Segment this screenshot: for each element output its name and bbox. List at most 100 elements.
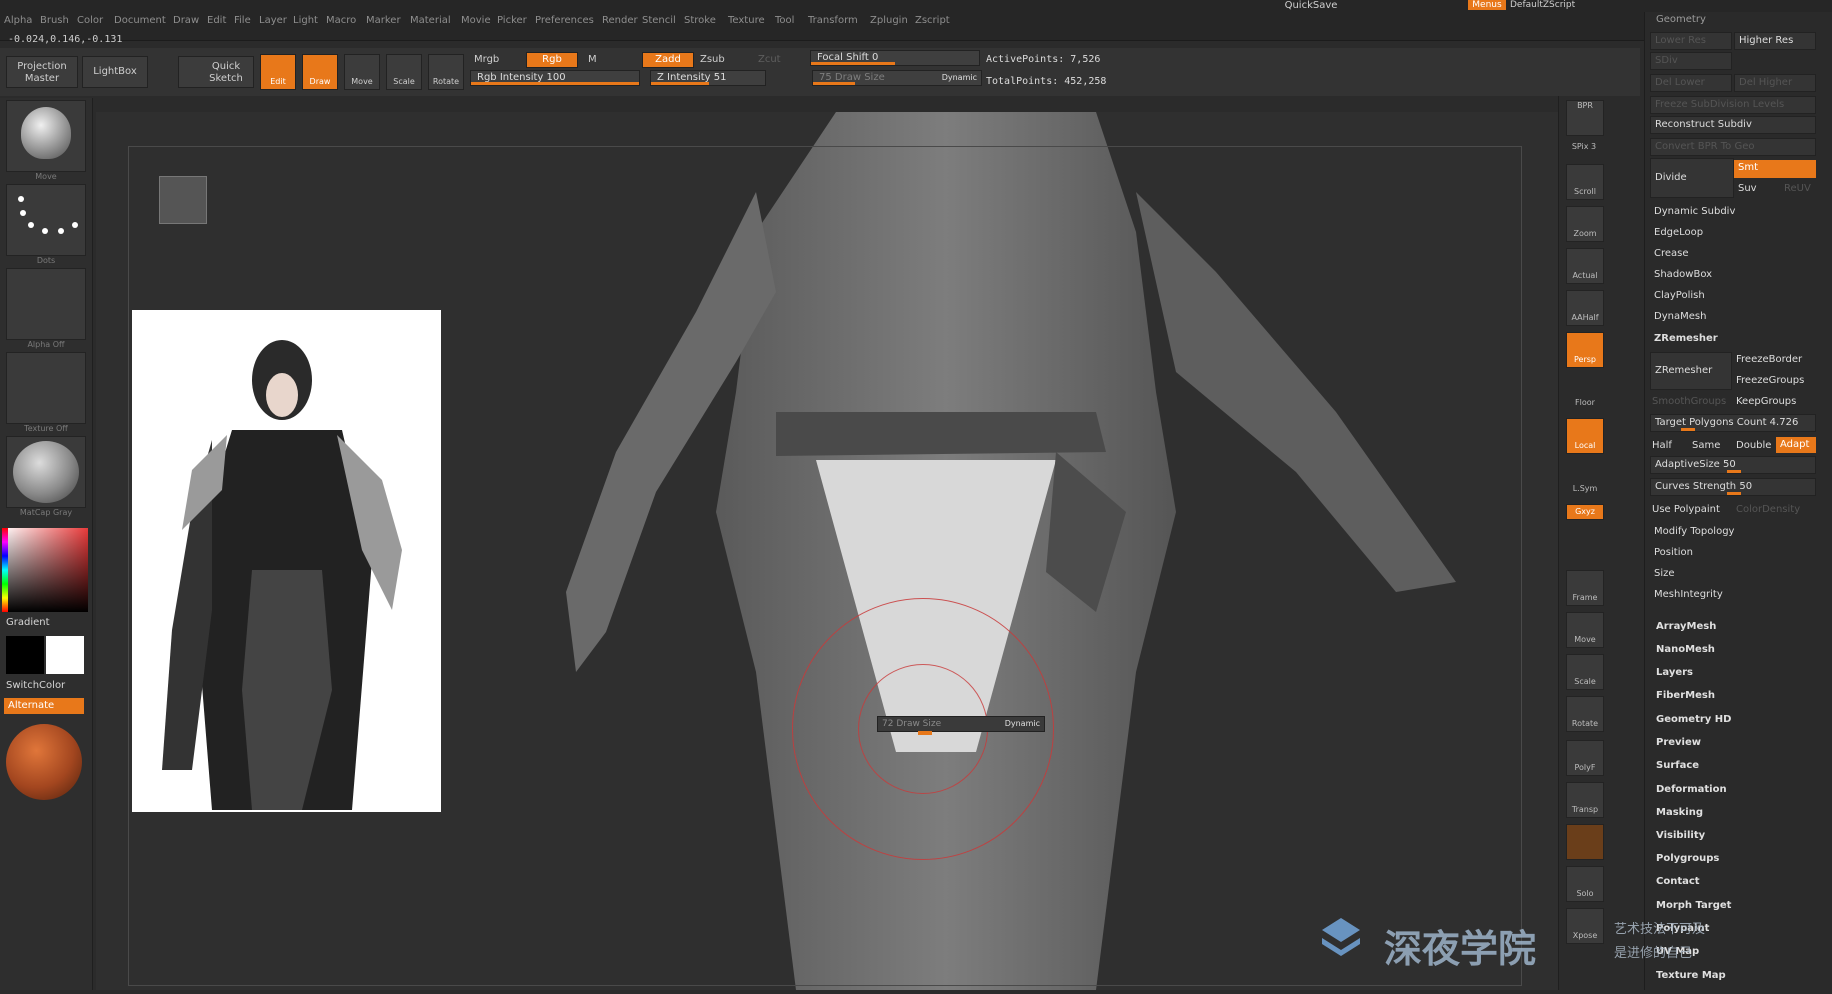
material-thumbnail[interactable] <box>6 436 86 508</box>
texture-thumbnail[interactable] <box>6 352 86 424</box>
move-mode-button[interactable]: Move <box>344 54 380 90</box>
mrgb-toggle[interactable]: Mrgb <box>474 54 499 65</box>
zsub-toggle[interactable]: Zsub <box>700 54 725 65</box>
zremesher-button[interactable]: ZRemesher <box>1650 352 1732 390</box>
draw-size-popup[interactable]: 72 Draw Size Dynamic <box>877 716 1045 735</box>
focal-shift-slider[interactable]: Focal Shift 0 <box>810 50 980 66</box>
alpha-thumbnail[interactable] <box>6 268 86 340</box>
same-toggle[interactable]: Same <box>1692 440 1720 451</box>
geometry-subpalette-title[interactable]: Geometry <box>1656 14 1706 25</box>
size-item[interactable]: Size <box>1650 566 1816 584</box>
subpalette-visibility[interactable]: Visibility <box>1656 830 1705 841</box>
color-density-slider[interactable]: ColorDensity <box>1736 504 1800 515</box>
subpalette-fibermesh[interactable]: FiberMesh <box>1656 690 1715 701</box>
menu-render[interactable]: Render <box>602 15 638 26</box>
reconstruct-subdiv-button[interactable]: Reconstruct Subdiv <box>1650 116 1816 134</box>
sdiv-slider[interactable]: SDiv <box>1650 52 1732 70</box>
target-polygons-slider[interactable]: Target Polygons Count 4.726 <box>1650 414 1816 432</box>
subpalette-nanomesh[interactable]: NanoMesh <box>1656 644 1715 655</box>
subpalette-polygroups[interactable]: Polygroups <box>1656 853 1719 864</box>
menu-picker[interactable]: Picker <box>497 15 527 26</box>
smooth-groups-toggle[interactable]: SmoothGroups <box>1652 396 1726 407</box>
menu-stencil[interactable]: Stencil <box>642 15 676 26</box>
secondary-color-swatch[interactable] <box>46 636 84 674</box>
adaptive-size-handle[interactable] <box>1727 470 1741 473</box>
adaptive-size-slider[interactable]: AdaptiveSize 50 <box>1650 456 1816 474</box>
curves-strength-handle[interactable] <box>1727 492 1741 495</box>
solo-button[interactable]: Solo <box>1566 866 1604 902</box>
lower-res-button[interactable]: Lower Res <box>1650 32 1732 50</box>
keep-groups-toggle[interactable]: KeepGroups <box>1736 396 1796 407</box>
menu-layer[interactable]: Layer <box>259 15 287 26</box>
menu-material[interactable]: Material <box>410 15 451 26</box>
lightbox-button[interactable]: LightBox <box>82 56 148 88</box>
main-color-swatch[interactable] <box>6 636 44 674</box>
subpalette-deformation[interactable]: Deformation <box>1656 784 1727 795</box>
reuv-toggle[interactable]: ReUV <box>1784 183 1811 194</box>
menu-edit[interactable]: Edit <box>207 15 226 26</box>
zremesher-header[interactable]: ZRemesher <box>1650 331 1816 349</box>
quick-sketch-button[interactable]: Quick Sketch <box>178 56 254 88</box>
subpalette-layers[interactable]: Layers <box>1656 667 1693 678</box>
lsym-button[interactable]: L.Sym <box>1566 462 1604 498</box>
freeze-groups-toggle[interactable]: FreezeGroups <box>1736 375 1804 386</box>
color-picker-square[interactable] <box>2 528 88 612</box>
brush-thumbnail[interactable] <box>6 100 86 172</box>
rgb-toggle[interactable]: Rgb <box>526 52 578 68</box>
smt-toggle[interactable]: Smt <box>1734 160 1816 178</box>
scale-mode-button[interactable]: Scale <box>386 54 422 90</box>
bpr-button[interactable]: BPR <box>1566 100 1604 136</box>
default-zscript-button[interactable]: DefaultZScript <box>1510 0 1575 10</box>
xyz-button[interactable]: Gxyz <box>1566 504 1604 520</box>
curves-strength-slider[interactable]: Curves Strength 50 <box>1650 478 1816 496</box>
position-item[interactable]: Position <box>1650 545 1816 563</box>
subpalette-surface[interactable]: Surface <box>1656 760 1699 771</box>
scroll-button[interactable]: Scroll <box>1566 164 1604 200</box>
edit-mode-button[interactable]: Edit <box>260 54 296 90</box>
subpalette-texture-map[interactable]: Texture Map <box>1656 970 1726 981</box>
double-toggle[interactable]: Double <box>1736 440 1771 451</box>
rotate-mode-button[interactable]: Rotate <box>428 54 464 90</box>
del-higher-button[interactable]: Del Higher <box>1734 74 1816 92</box>
local-button[interactable]: Local <box>1566 418 1604 454</box>
switchcolor-button[interactable]: SwitchColor <box>6 680 65 691</box>
transp-button[interactable]: Transp <box>1566 782 1604 818</box>
menu-light[interactable]: Light <box>293 15 318 26</box>
draw-size-popup-handle[interactable] <box>918 731 932 735</box>
menu-brush[interactable]: Brush <box>40 15 69 26</box>
menu-tool[interactable]: Tool <box>775 15 794 26</box>
quicksave-button[interactable]: QuickSave <box>1268 0 1354 11</box>
rotate-view-button[interactable]: Rotate <box>1566 696 1604 732</box>
scale-view-button[interactable]: Scale <box>1566 654 1604 690</box>
xpose-button[interactable]: Xpose <box>1566 908 1604 944</box>
rgb-intensity-slider[interactable]: Rgb Intensity 100 <box>470 70 640 86</box>
floor-button[interactable]: Floor <box>1566 376 1604 412</box>
dynamic-subdiv-item[interactable]: Dynamic Subdiv <box>1650 204 1816 222</box>
stroke-thumbnail[interactable] <box>6 184 86 256</box>
del-lower-button[interactable]: Del Lower <box>1650 74 1732 92</box>
suv-toggle[interactable]: Suv <box>1738 183 1757 194</box>
m-toggle[interactable]: M <box>588 54 597 65</box>
alternate-button[interactable]: Alternate <box>4 698 84 714</box>
claypolish-item[interactable]: ClayPolish <box>1650 288 1816 306</box>
z-intensity-slider[interactable]: Z Intensity 51 <box>650 70 766 86</box>
menu-zplugin[interactable]: Zplugin <box>870 15 908 26</box>
subpalette-arraymesh[interactable]: ArrayMesh <box>1656 621 1716 632</box>
menu-movie[interactable]: Movie <box>461 15 491 26</box>
move-view-button[interactable]: Move <box>1566 612 1604 648</box>
polyf-button[interactable]: PolyF <box>1566 740 1604 776</box>
menu-file[interactable]: File <box>234 15 251 26</box>
draw-mode-button[interactable]: Draw <box>302 54 338 90</box>
dynamic-toggle[interactable]: Dynamic <box>942 71 977 85</box>
menu-document[interactable]: Document <box>114 15 166 26</box>
half-toggle[interactable]: Half <box>1652 440 1672 451</box>
subpalette-preview[interactable]: Preview <box>1656 737 1701 748</box>
navigation-thumbnail[interactable] <box>159 176 207 224</box>
menu-macro[interactable]: Macro <box>326 15 356 26</box>
projection-master-button[interactable]: Projection Master <box>6 56 78 88</box>
mesh-integrity-item[interactable]: MeshIntegrity <box>1650 587 1816 605</box>
draw-size-slider[interactable]: 75 Draw Size Dynamic <box>812 70 982 86</box>
menu-preferences[interactable]: Preferences <box>535 15 594 26</box>
freeze-subdiv-button[interactable]: Freeze SubDivision Levels <box>1650 96 1816 114</box>
zoom-button[interactable]: Zoom <box>1566 206 1604 242</box>
